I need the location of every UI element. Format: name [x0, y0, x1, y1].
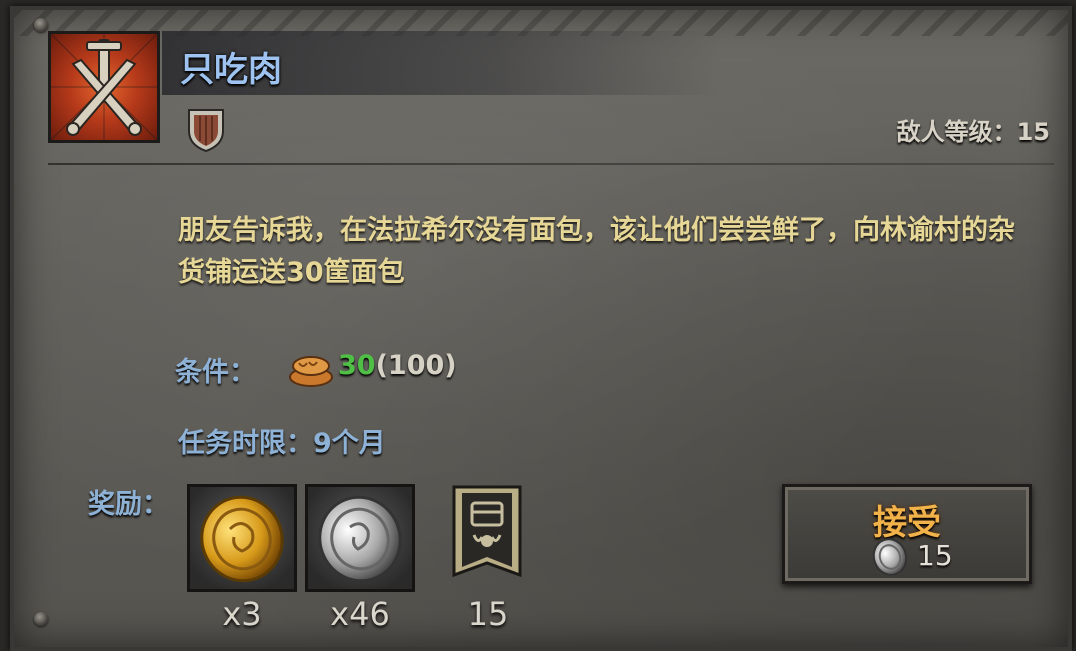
silver-coin-icon: [318, 495, 402, 583]
reward-count-gold: x3: [222, 595, 262, 633]
quest-title: 只吃肉: [180, 50, 282, 90]
condition-value: 30(100): [338, 350, 457, 381]
reward-label: 奖励：: [88, 489, 169, 520]
enemy-level: 敌人等级：15: [896, 118, 1050, 146]
rivet: [34, 612, 48, 626]
crossed-swords-icon: [48, 31, 160, 143]
reward-count-banner: 15: [467, 595, 509, 633]
reward-slot-gold[interactable]: [187, 484, 297, 592]
accept-button[interactable]: 接受 15: [782, 484, 1032, 584]
divider: [48, 163, 1054, 165]
condition-label: 条件：: [175, 357, 256, 388]
reward-slot-silver[interactable]: [305, 484, 415, 592]
faction-banner-icon[interactable]: [452, 485, 522, 587]
accept-cost: 15: [917, 539, 953, 572]
rivet: [34, 18, 48, 32]
silver-coin-icon: [870, 537, 910, 577]
shield-icon: [186, 107, 226, 153]
reward-count-silver: x46: [330, 595, 390, 633]
condition-current: 30: [338, 350, 376, 381]
time-limit: 任务时限：9个月: [178, 428, 386, 459]
gold-coin-icon: [200, 495, 284, 583]
condition-total: (100): [375, 350, 457, 381]
bread-icon: [287, 349, 335, 389]
quest-description: 朋友告诉我，在法拉希尔没有面包，该让他们尝尝鲜了，向林谕村的杂货铺运送30筐面包: [178, 215, 1015, 288]
